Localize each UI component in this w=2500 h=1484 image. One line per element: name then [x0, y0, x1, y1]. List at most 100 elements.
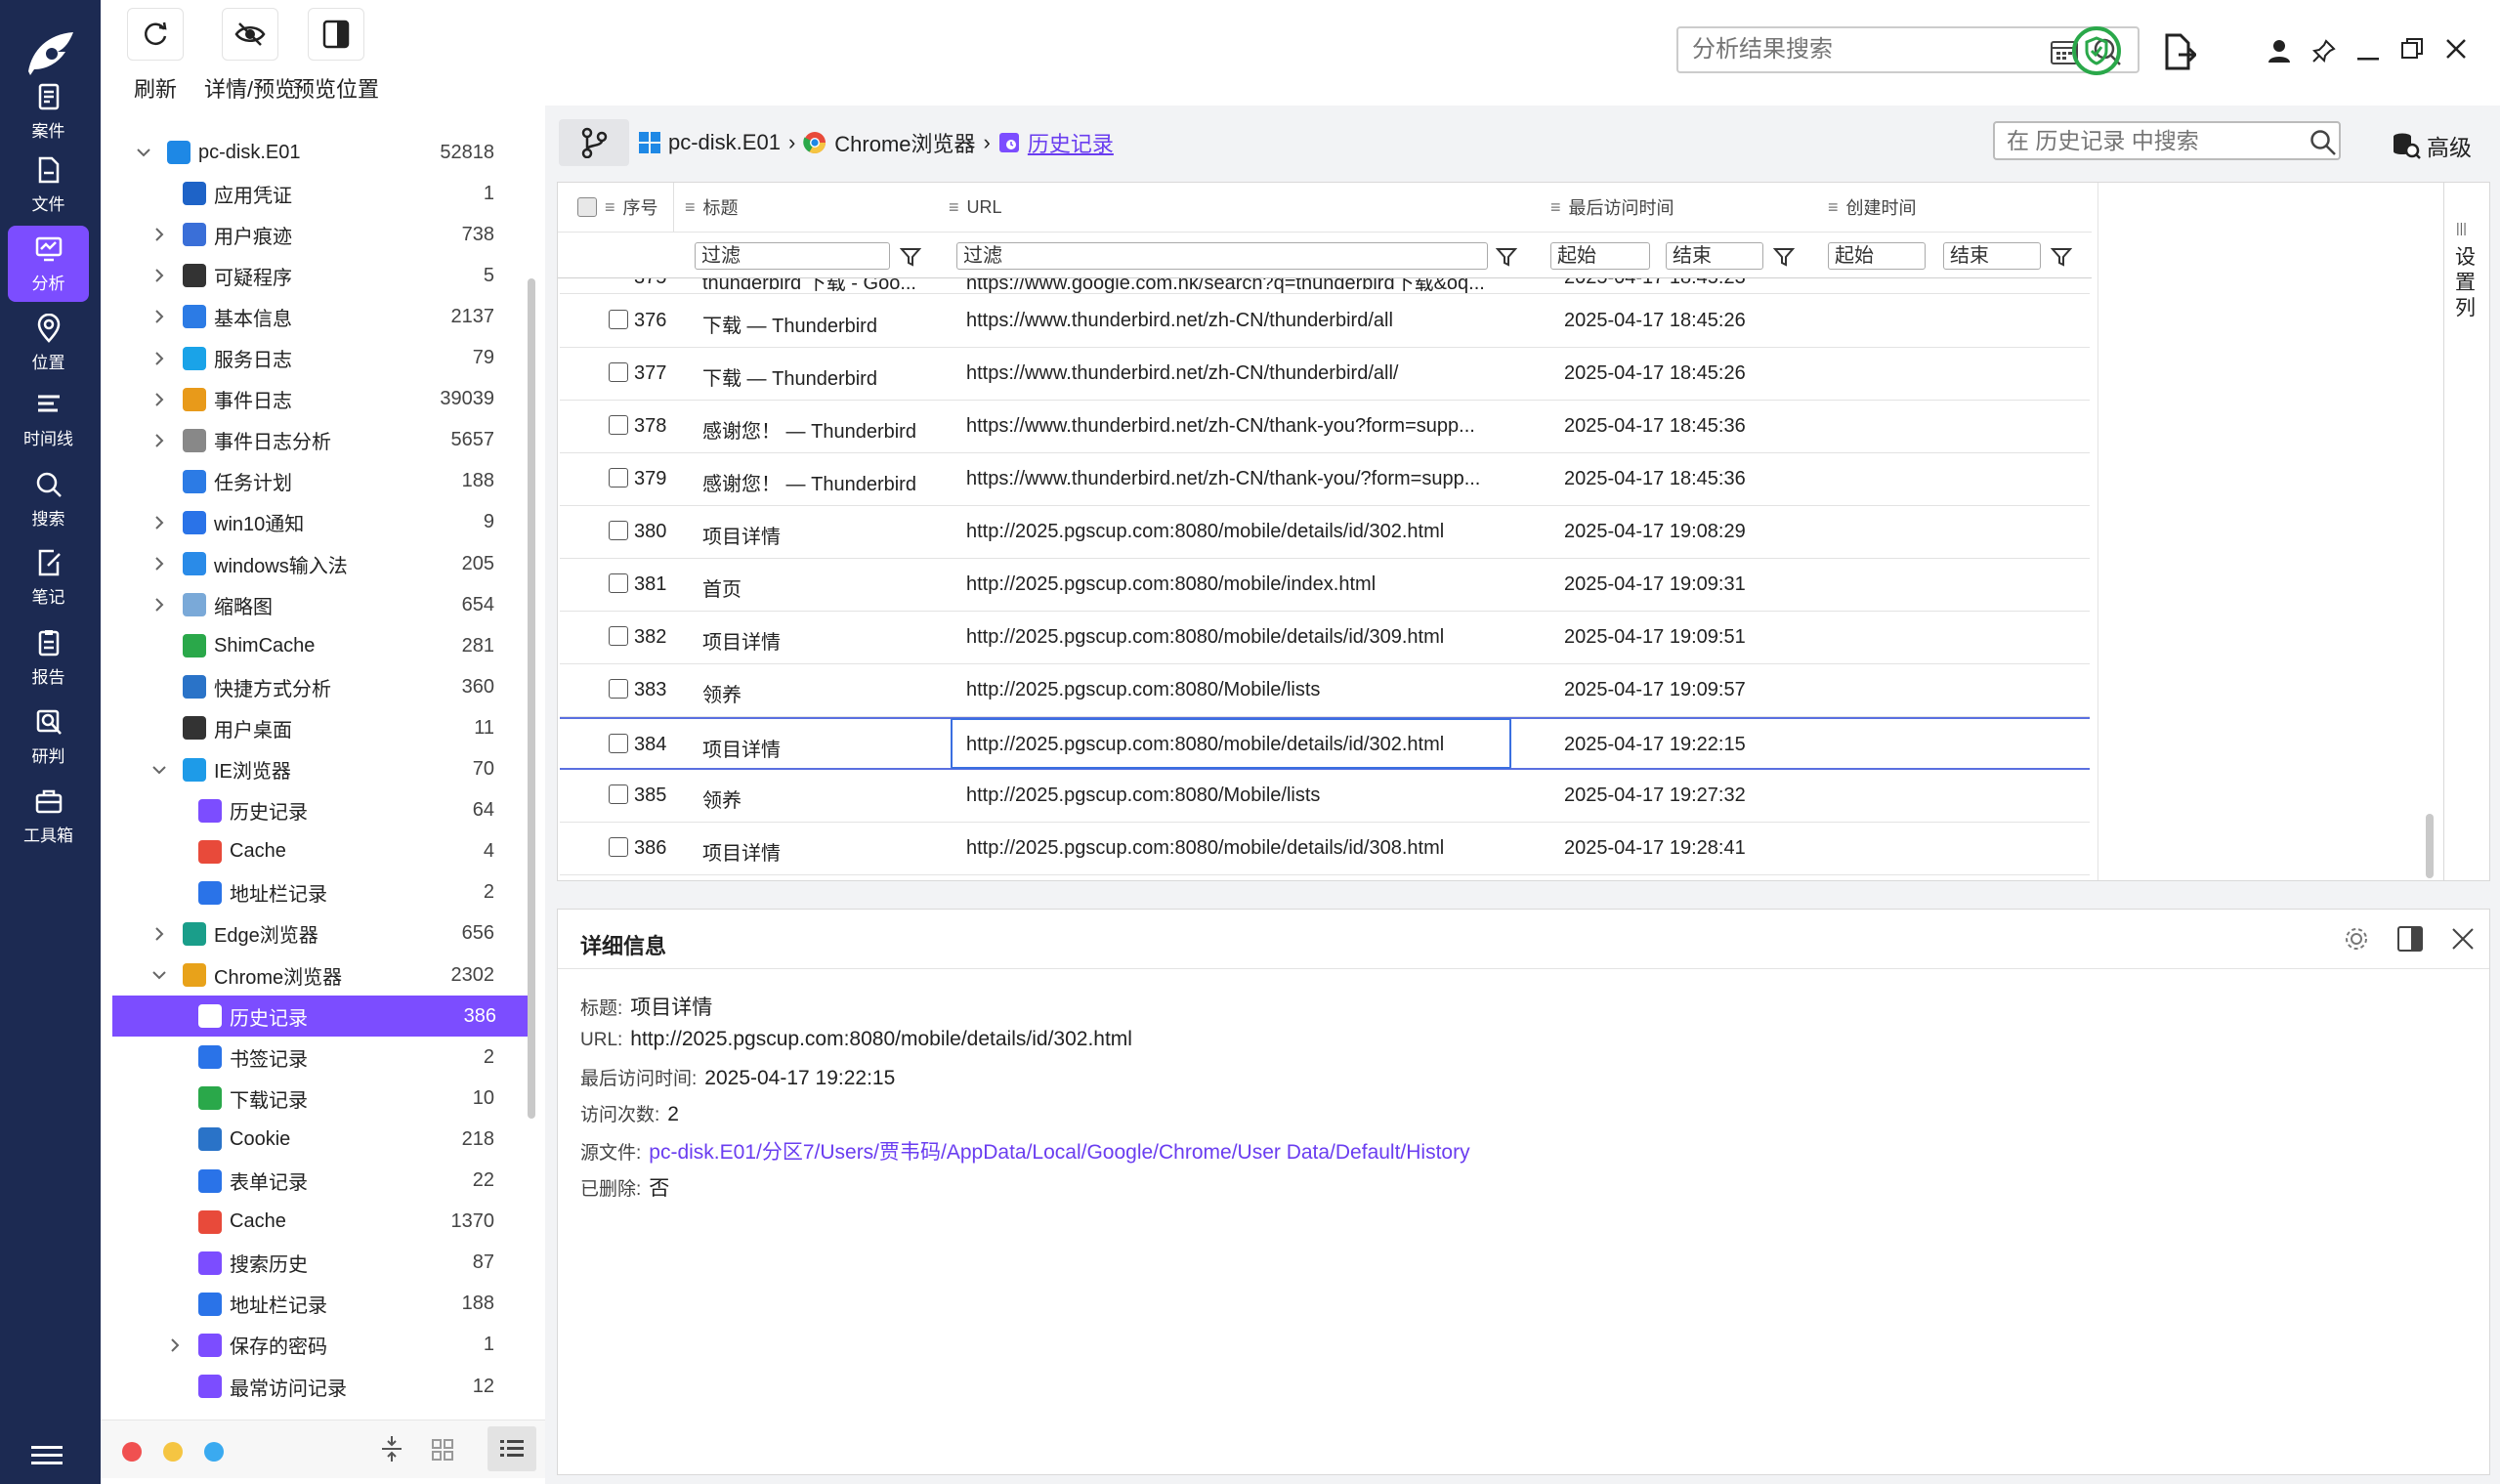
branch-button[interactable] [559, 119, 629, 166]
tree-item[interactable]: 基本信息 2137 [101, 296, 545, 337]
table-row[interactable]: 377 下载 — Thunderbird https://www.thunderbi… [560, 348, 2090, 401]
tree-item[interactable]: 搜索历史 87 [101, 1243, 545, 1284]
chevron-right-icon[interactable] [151, 351, 167, 366]
tree-item[interactable]: 地址栏记录 188 [101, 1284, 545, 1325]
tree-item[interactable]: 用户痕迹 738 [101, 214, 545, 255]
menu-icon[interactable] [31, 1444, 63, 1472]
tree-item[interactable]: 历史记录 64 [101, 790, 545, 831]
preview-position-button[interactable]: 预览位置 [293, 8, 379, 104]
tree-item[interactable]: 历史记录 386 [112, 996, 535, 1038]
row-checkbox[interactable] [609, 415, 628, 435]
table-row[interactable]: 380 项目详情 http://2025.pgscup.com:8080/mobil… [560, 506, 2090, 559]
column-header-created[interactable]: ≡ 创建时间 [1828, 183, 1917, 232]
rail-item-toolbox[interactable]: 工具箱 [8, 778, 89, 854]
row-checkbox[interactable] [609, 679, 628, 699]
category-search-input[interactable] [2007, 128, 2290, 154]
search-icon[interactable] [2309, 129, 2337, 156]
tree-item[interactable]: 最常访问记录 12 [101, 1366, 545, 1407]
tree-item[interactable]: 缩略图 654 [101, 584, 545, 625]
yellow-dot-icon[interactable] [163, 1442, 183, 1462]
tree-item[interactable]: windows输入法 205 [101, 543, 545, 584]
table-row[interactable]: 384 项目详情 http://2025.pgscup.com:8080/mobil… [560, 717, 2090, 770]
tree-item[interactable]: 可疑程序 5 [101, 255, 545, 296]
row-checkbox[interactable] [609, 310, 628, 329]
tree-item[interactable]: 地址栏记录 2 [101, 872, 545, 913]
chevron-down-icon[interactable] [136, 145, 151, 160]
chevron-right-icon[interactable] [151, 926, 167, 942]
chevron-right-icon[interactable] [151, 227, 167, 242]
chevron-down-icon[interactable] [151, 762, 167, 778]
chevron-right-icon[interactable] [151, 309, 167, 324]
settings-column-panel[interactable]: ||| 设置列 [2443, 183, 2488, 880]
minimize-icon[interactable] [2357, 49, 2379, 66]
shield-status-icon[interactable] [2071, 25, 2122, 81]
tree-item[interactable]: 书签记录 2 [101, 1037, 545, 1078]
chevron-down-icon[interactable] [151, 967, 167, 983]
tree-item[interactable]: Chrome浏览器 2302 [101, 954, 545, 996]
tree-item[interactable]: 事件日志 39039 [101, 379, 545, 420]
tree-item[interactable]: pc-disk.E01 52818 [101, 132, 545, 173]
breadcrumb-item-history[interactable]: 历史记录 [1028, 127, 1114, 158]
close-icon[interactable] [2451, 927, 2475, 955]
tree-item[interactable]: 服务日志 79 [101, 338, 545, 379]
red-dot-icon[interactable] [122, 1442, 142, 1462]
grid-view-icon[interactable] [431, 1438, 454, 1466]
table-row[interactable]: 382 项目详情 http://2025.pgscup.com:8080/mobil… [560, 612, 2090, 664]
table-row[interactable]: 381 首页 http://2025.pgscup.com:8080/mobile/… [560, 559, 2090, 612]
created-start-input[interactable]: 起始 [1828, 242, 1926, 270]
table-row[interactable]: 378 感谢您！ — Thunderbird https://www.thunder… [560, 401, 2090, 453]
category-search-box[interactable] [1993, 121, 2341, 160]
last-visit-start-input[interactable]: 起始 [1550, 242, 1650, 270]
tree-item[interactable]: Cookie 218 [101, 1119, 545, 1160]
blue-dot-icon[interactable] [204, 1442, 224, 1462]
refresh-button[interactable]: 刷新 [127, 8, 184, 104]
table-row[interactable]: 376 下载 — Thunderbird https://www.thunderbi… [560, 295, 2090, 348]
chevron-right-icon[interactable] [151, 597, 167, 613]
rail-item-location[interactable]: 位置 [8, 305, 89, 381]
rail-item-judge[interactable]: 研判 [8, 699, 89, 775]
rail-item-timeline[interactable]: 时间线 [8, 381, 89, 457]
filter-icon[interactable] [1773, 246, 1795, 268]
chevron-right-icon[interactable] [151, 556, 167, 572]
tree-item[interactable]: 事件日志分析 5657 [101, 420, 545, 461]
rail-item-report[interactable]: 报告 [8, 619, 89, 696]
panel-right-icon[interactable] [2396, 925, 2424, 957]
rail-item-analysis[interactable]: 分析 [8, 226, 89, 302]
title-filter-input[interactable]: 过滤 [695, 242, 890, 270]
tree-item[interactable]: IE浏览器 70 [101, 749, 545, 790]
collapse-all-icon[interactable] [380, 1434, 403, 1468]
table-row[interactable]: 385 领养 http://2025.pgscup.com:8080/Mobile/… [560, 770, 2090, 823]
tree-item[interactable]: win10通知 9 [101, 502, 545, 543]
advanced-search-button[interactable]: 高级 [2392, 129, 2472, 162]
row-checkbox[interactable] [609, 837, 628, 857]
tree-scrollbar[interactable] [528, 278, 535, 1119]
breadcrumb-item-disk[interactable]: pc-disk.E01 [668, 130, 781, 155]
tree-item[interactable]: 应用凭证 1 [101, 173, 545, 214]
chevron-right-icon[interactable] [151, 268, 167, 283]
row-checkbox[interactable] [609, 521, 628, 540]
user-icon[interactable] [2268, 39, 2290, 67]
filter-icon[interactable] [1496, 246, 1517, 268]
tree-item[interactable]: Cache 1370 [101, 1202, 545, 1243]
source-file-link[interactable]: pc-disk.E01/分区7/Users/贾韦码/AppData/Local/… [649, 1141, 1469, 1164]
detail-preview-button[interactable]: 详情/预览 [204, 8, 296, 104]
rail-item-search[interactable]: 搜索 [8, 461, 89, 537]
select-all-checkbox[interactable] [577, 183, 597, 232]
chevron-right-icon[interactable] [151, 392, 167, 407]
tree-item[interactable]: 用户桌面 11 [101, 707, 545, 748]
restore-icon[interactable] [2401, 38, 2423, 64]
chevron-right-icon[interactable] [167, 1337, 183, 1353]
row-checkbox[interactable] [609, 573, 628, 593]
gear-icon[interactable] [2343, 925, 2370, 957]
table-row[interactable]: 386 项目详情 http://2025.pgscup.com:8080/mobil… [560, 823, 2090, 875]
created-end-input[interactable]: 结束 [1943, 242, 2041, 270]
filter-icon[interactable] [2051, 246, 2072, 268]
grid-scrollbar[interactable] [2426, 814, 2434, 878]
column-header-title[interactable]: ≡ 标题 [685, 183, 739, 232]
pin-icon[interactable] [2311, 39, 2336, 67]
row-checkbox[interactable] [609, 626, 628, 646]
tree-item[interactable]: 快捷方式分析 360 [101, 666, 545, 707]
tree-item[interactable]: Cache 4 [101, 831, 545, 872]
row-checkbox[interactable] [609, 362, 628, 382]
tree-item[interactable]: 下载记录 10 [101, 1078, 545, 1119]
